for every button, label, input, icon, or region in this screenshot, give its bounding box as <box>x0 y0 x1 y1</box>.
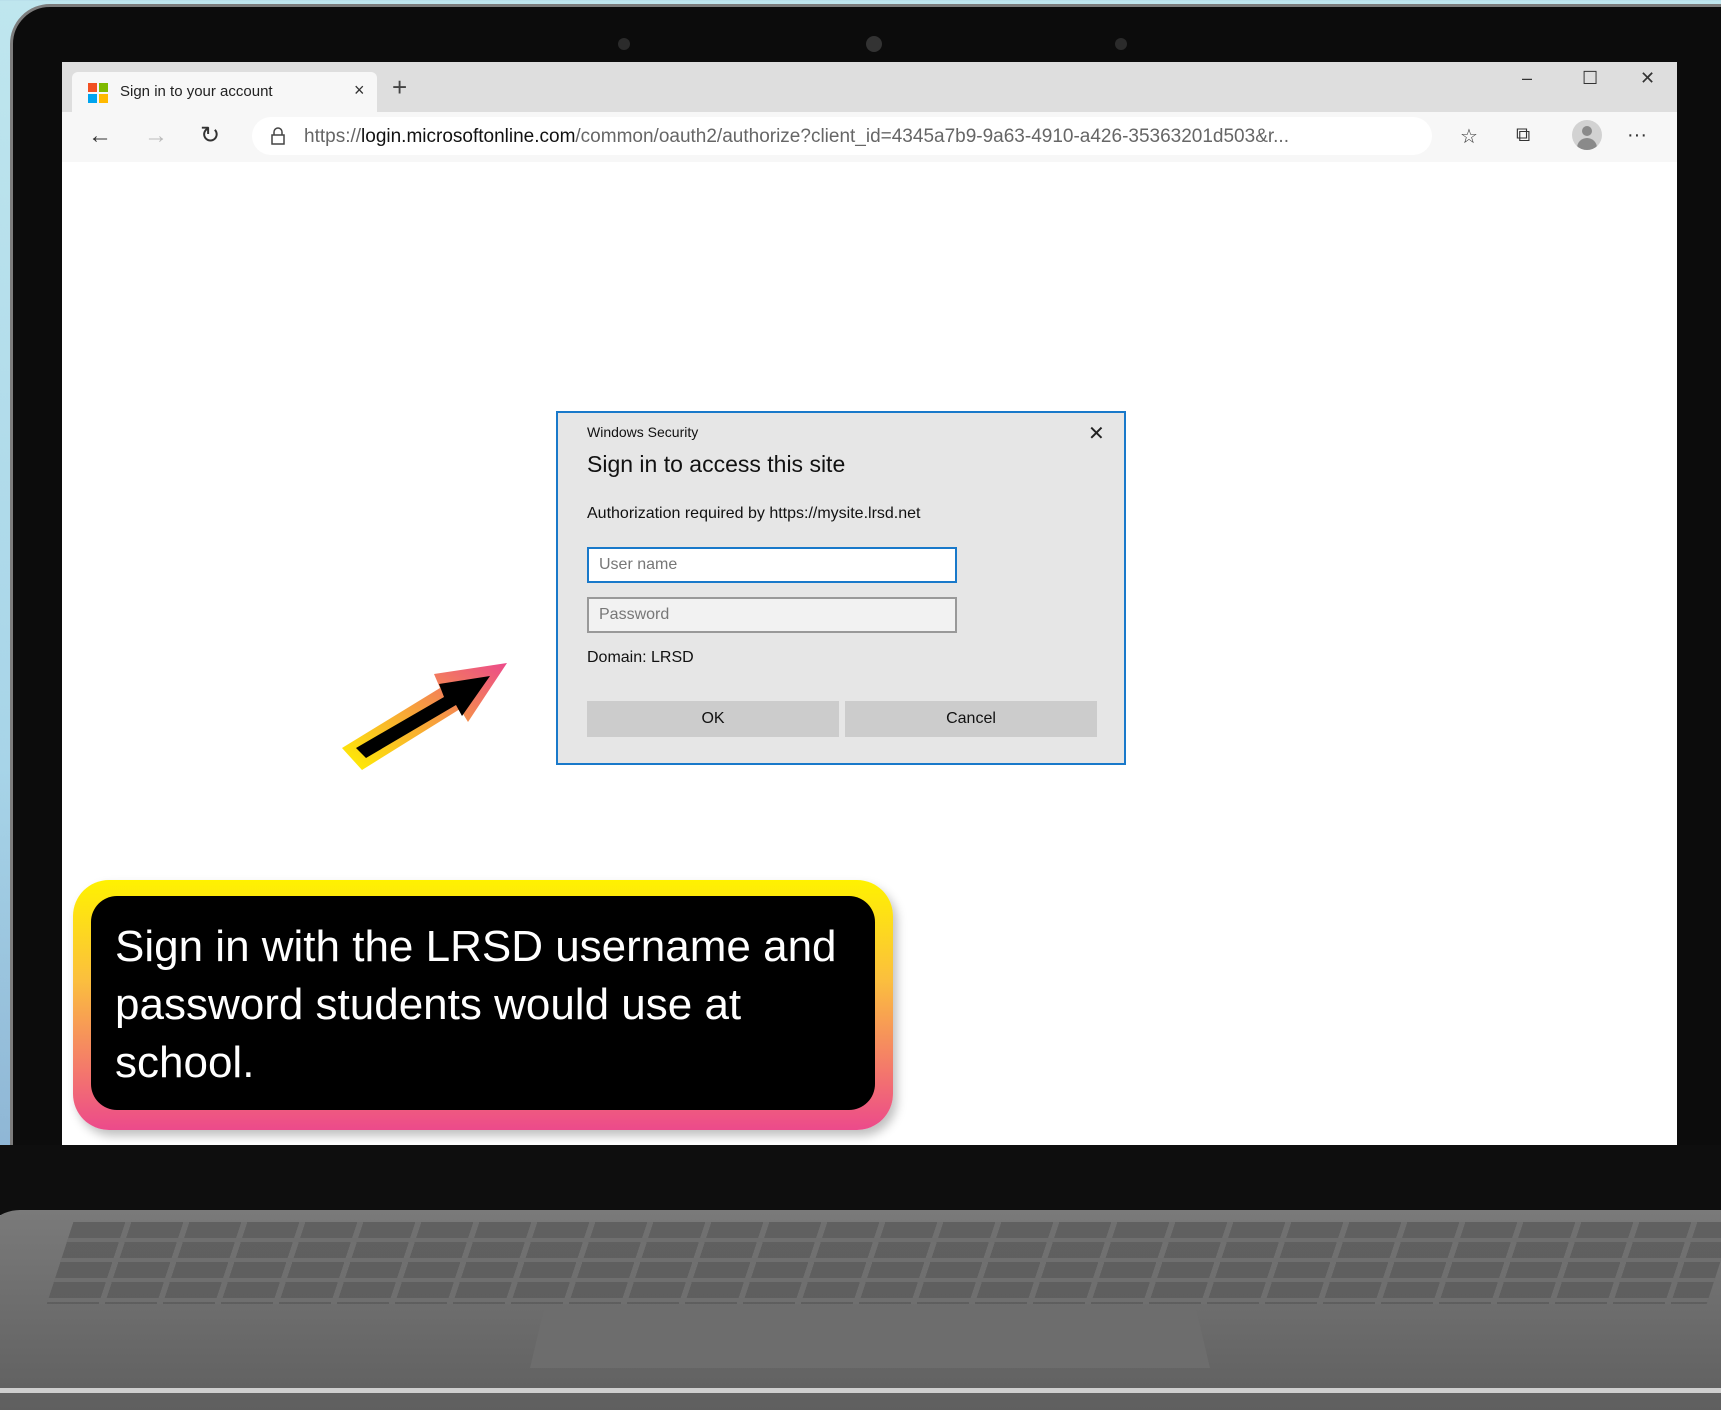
url-host: login.microsoftonline.com <box>361 126 576 147</box>
callout-text: Sign in with the LRSD username and passw… <box>115 922 837 1087</box>
dialog-title: Sign in to access this site <box>587 451 846 477</box>
tab-active[interactable]: Sign in to your account × <box>72 72 377 112</box>
instruction-callout: Sign in with the LRSD username and passw… <box>73 880 893 1130</box>
url-path: /common/oauth2/authorize?client_id=4345a… <box>575 126 1289 147</box>
url-text: https://login.microsoftonline.com/common… <box>304 126 1289 148</box>
laptop-edge <box>0 1388 1721 1393</box>
domain-label: Domain: LRSD <box>587 649 694 666</box>
tab-title: Sign in to your account <box>120 83 273 100</box>
pointer-arrow-icon <box>342 663 507 770</box>
laptop-hinge <box>0 1145 1721 1215</box>
dialog-close-icon[interactable]: ✕ <box>1088 421 1105 446</box>
maximize-icon[interactable]: ☐ <box>1582 68 1598 89</box>
new-tab-button[interactable]: + <box>392 74 407 100</box>
tab-close-icon[interactable]: × <box>354 80 365 101</box>
url-scheme: https:// <box>304 126 362 147</box>
username-field[interactable] <box>587 547 957 583</box>
profile-icon[interactable] <box>1572 120 1602 150</box>
sensor-dot <box>1115 38 1127 50</box>
navigation-bar: ← → ↻ https://login.microsoftonline.com/… <box>62 112 1677 162</box>
windows-security-dialog: Windows Security ✕ Sign in to access thi… <box>556 411 1126 765</box>
collections-icon[interactable]: ⧉ <box>1516 124 1530 147</box>
lock-icon <box>271 127 285 145</box>
refresh-icon[interactable]: ↻ <box>200 122 220 150</box>
sensor-dot <box>618 38 630 50</box>
favorites-icon[interactable]: ☆ <box>1460 124 1478 149</box>
minimize-icon[interactable]: – <box>1522 68 1532 89</box>
authorization-text: Authorization required by https://mysite… <box>587 505 921 522</box>
ok-button[interactable]: OK <box>587 701 839 737</box>
back-icon[interactable]: ← <box>88 122 112 150</box>
cancel-button[interactable]: Cancel <box>845 701 1097 737</box>
keyboard-rows <box>46 1222 1721 1304</box>
more-icon[interactable]: ··· <box>1627 124 1647 147</box>
tab-strip: Sign in to your account × + – ☐ ✕ <box>62 62 1677 112</box>
forward-icon[interactable]: → <box>144 122 168 150</box>
password-field[interactable] <box>587 597 957 633</box>
callout-body: Sign in with the LRSD username and passw… <box>91 896 875 1110</box>
trackpad <box>530 1310 1210 1368</box>
dialog-caption: Windows Security <box>587 424 699 440</box>
webcam-icon <box>866 36 882 52</box>
address-bar[interactable]: https://login.microsoftonline.com/common… <box>252 117 1432 155</box>
microsoft-logo-icon <box>88 83 108 103</box>
window-close-icon[interactable]: ✕ <box>1640 68 1655 89</box>
